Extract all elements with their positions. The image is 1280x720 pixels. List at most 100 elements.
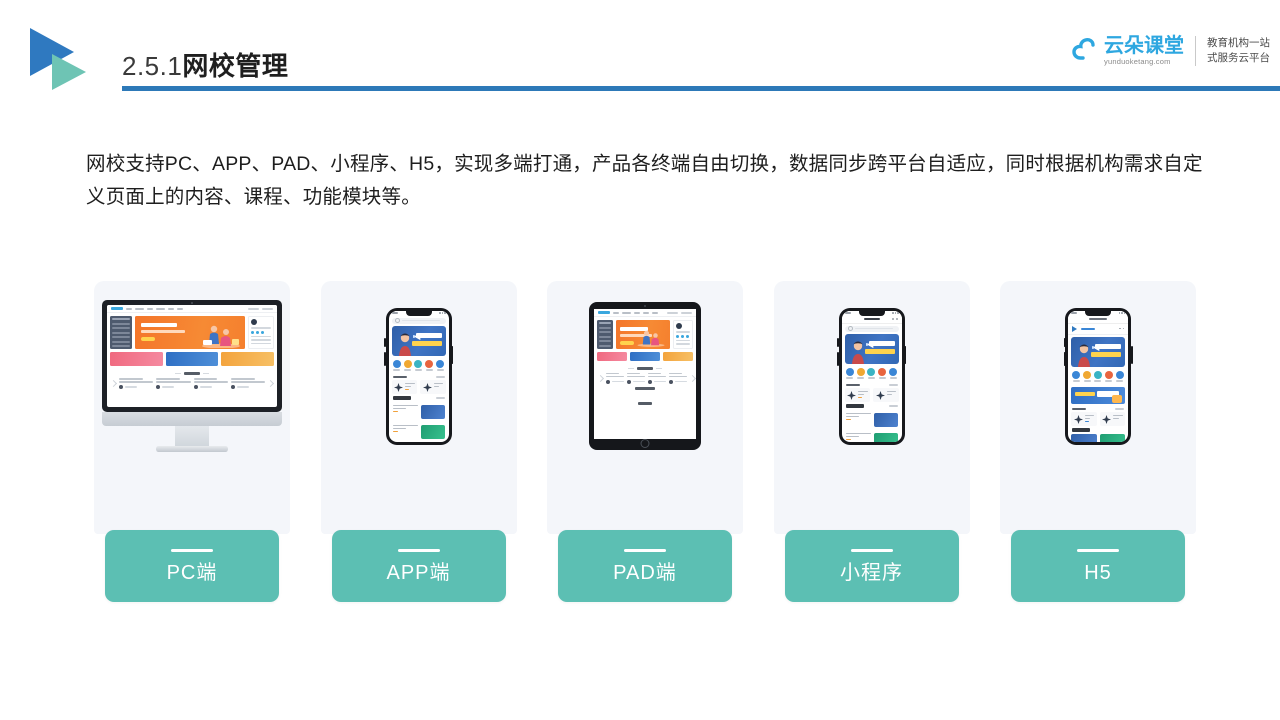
mock-entry-icon[interactable]: [1072, 370, 1081, 382]
phone-notch: [858, 310, 885, 316]
mock-quick-entry-icons: [389, 356, 449, 374]
mock-course-thumb-icon: [875, 390, 885, 400]
mock-entry-icon[interactable]: [436, 359, 445, 371]
mock-entry-icon[interactable]: [1093, 370, 1102, 382]
platform-label-button-pc[interactable]: PC端: [105, 530, 279, 602]
phone-power-button: [904, 345, 906, 364]
platform-label-button-pad[interactable]: PAD端: [558, 530, 732, 602]
platform-label-button-miniprogram[interactable]: 小程序: [784, 530, 959, 602]
mock-status-icons: [892, 312, 899, 314]
mock-web-topbar: [107, 305, 277, 313]
mock-capsule-buttons[interactable]: [891, 318, 898, 320]
mock-course-row: [842, 388, 902, 402]
platform-card-miniprogram[interactable]: 小程序: [773, 281, 970, 602]
mock-search-bar[interactable]: [391, 317, 446, 324]
phone-power-button: [451, 345, 453, 364]
mock-entry-icon[interactable]: [425, 359, 434, 371]
mock-entry-icon[interactable]: [403, 359, 412, 371]
mock-quick-entry-icons: [1068, 367, 1128, 385]
mock-user-panel: [248, 316, 274, 349]
platform-card-app[interactable]: APP端: [320, 281, 517, 602]
mock-banner-person-icon: [851, 341, 864, 364]
brand-text: 云朵课堂 yunduoketang.com: [1104, 36, 1184, 66]
brand-tagline-line-2: 式服务云平台: [1207, 52, 1270, 65]
tablet-home-button[interactable]: [640, 439, 650, 448]
mock-hero-banner: [616, 320, 670, 349]
mock-user-icon[interactable]: [1122, 327, 1124, 330]
mock-course-card[interactable]: [420, 380, 446, 394]
platform-card-h5[interactable]: H5: [1000, 281, 1196, 602]
mock-next-arrow-icon[interactable]: [688, 374, 696, 382]
mock-course-card[interactable]: [1071, 412, 1097, 426]
mock-entry-icon[interactable]: [878, 367, 887, 379]
mock-section-header: [1068, 426, 1128, 434]
mock-nav-links: [126, 307, 245, 310]
mock-entry-icon[interactable]: [414, 359, 423, 371]
mock-section-title: [107, 369, 277, 378]
mock-entry-icon[interactable]: [1104, 370, 1113, 382]
mock-entry-icon[interactable]: [867, 367, 876, 379]
mock-site-header: [1068, 324, 1128, 335]
triangle-teal-icon: [52, 54, 86, 90]
mock-list-thumb: [420, 424, 445, 439]
mock-prev-arrow-icon[interactable]: [596, 374, 605, 382]
mock-menu-icon[interactable]: [1119, 327, 1121, 330]
platform-label-button-app[interactable]: APP端: [331, 530, 506, 602]
mock-next-arrow-icon[interactable]: [266, 379, 275, 388]
mock-prev-arrow-icon[interactable]: [109, 379, 118, 388]
mock-course-card[interactable]: [1099, 412, 1125, 426]
mock-entry-icon[interactable]: [392, 359, 401, 371]
phone-volume-up-button: [384, 337, 386, 347]
brand-tagline-line-1: 教育机构一站: [1207, 37, 1270, 49]
platform-card-pc[interactable]: PC端: [94, 281, 290, 602]
mock-banner-person-icon: [1078, 344, 1090, 367]
iphone-mockup-icon: [384, 307, 453, 445]
mock-search-placeholder: [401, 319, 440, 322]
mock-search-bar[interactable]: [844, 325, 899, 332]
platform-cards-row: PC端 APP端 PAD端 小程序 H5: [94, 281, 1196, 602]
mock-promo-banner[interactable]: [1071, 386, 1125, 404]
label-dash-divider: [171, 549, 213, 552]
mock-hero-area: [107, 313, 277, 352]
mock-course-card[interactable]: [391, 380, 417, 394]
mock-course-row: [1068, 433, 1128, 442]
mock-course-thumb[interactable]: [1099, 433, 1125, 442]
phone-screen: [1068, 310, 1128, 442]
imac-stand-foot: [156, 446, 228, 452]
platform-card-pad[interactable]: PAD端: [547, 281, 743, 602]
iphone-mockup-icon: [837, 307, 906, 445]
mock-entry-icon[interactable]: [856, 367, 865, 379]
mock-status-icons: [1118, 312, 1125, 314]
mock-course-thumb[interactable]: [1071, 433, 1097, 442]
phone-screen: [841, 310, 902, 442]
webcam-icon: [191, 302, 193, 304]
play-triangle-logo-icon: [30, 28, 98, 90]
mock-list-item[interactable]: [389, 422, 449, 442]
mock-course-card[interactable]: [873, 388, 899, 402]
label-dash-divider: [1077, 549, 1119, 552]
mock-course-row: [389, 380, 449, 394]
description-paragraph: 网校支持PC、APP、PAD、小程序、H5，实现多端打通，产品各终端自由切换，数…: [86, 152, 1203, 209]
mock-entry-icon[interactable]: [1115, 370, 1124, 382]
mock-list-item[interactable]: [842, 410, 902, 430]
mock-clock: [844, 312, 851, 314]
mock-banner-subline: [1091, 351, 1121, 357]
mock-list-thumb: [873, 412, 898, 427]
mock-clock: [1071, 312, 1077, 314]
platform-label-button-h5[interactable]: H5: [1011, 530, 1185, 602]
mock-list-item[interactable]: [842, 430, 902, 442]
section-number: 2.5.1: [122, 51, 183, 81]
mock-entry-icon[interactable]: [845, 367, 854, 379]
mock-banner-illustration: [202, 325, 240, 348]
mock-course-card[interactable]: [844, 388, 870, 402]
mock-course-tiles: [107, 378, 277, 389]
device-preview-tablet: [547, 281, 743, 471]
mock-clock: [391, 312, 398, 314]
search-icon: [847, 326, 853, 331]
mock-section-title: [594, 399, 696, 408]
mock-entry-icon[interactable]: [1083, 370, 1092, 382]
mock-list-item[interactable]: [389, 402, 449, 422]
mock-section-title: [594, 364, 696, 373]
mock-category-sidebar: [597, 320, 613, 349]
mock-entry-icon[interactable]: [889, 367, 898, 379]
